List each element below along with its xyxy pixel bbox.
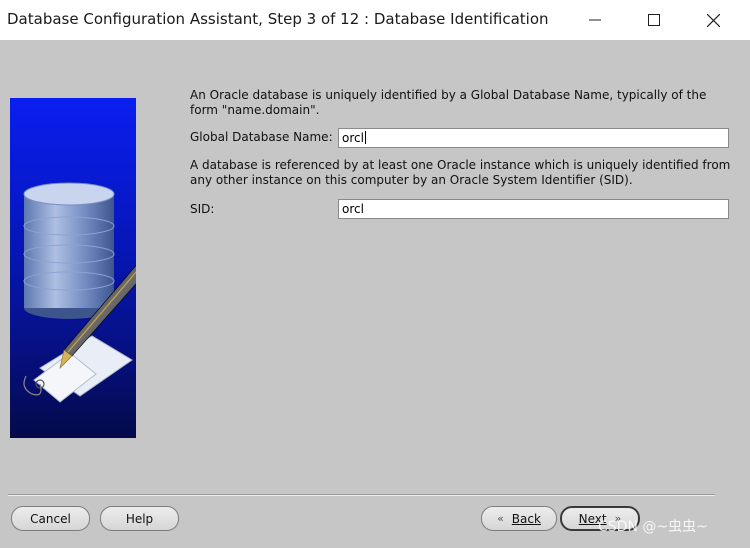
close-icon bbox=[706, 13, 720, 27]
window-title: Database Configuration Assistant, Step 3… bbox=[7, 10, 549, 28]
cancel-button[interactable]: Cancel bbox=[11, 506, 90, 531]
text-caret bbox=[364, 131, 366, 144]
title-bar: Database Configuration Assistant, Step 3… bbox=[0, 0, 750, 40]
minimize-icon bbox=[589, 19, 601, 21]
global-db-name-label: Global Database Name: bbox=[190, 130, 333, 144]
side-banner bbox=[10, 98, 136, 438]
help-button[interactable]: Help bbox=[100, 506, 179, 531]
help-label: Help bbox=[125, 511, 154, 526]
maximize-icon bbox=[648, 14, 660, 26]
back-label: Back bbox=[511, 511, 541, 526]
minimize-button[interactable] bbox=[566, 0, 624, 40]
global-db-name-input[interactable]: orcl bbox=[338, 128, 729, 148]
cancel-label: Cancel bbox=[30, 511, 71, 526]
maximize-button[interactable] bbox=[625, 0, 683, 40]
dialog-body: An Oracle database is uniquely identifie… bbox=[0, 40, 750, 548]
sid-description: A database is referenced by at least one… bbox=[190, 158, 731, 187]
sid-input[interactable]: orcl bbox=[338, 199, 729, 219]
sid-value: orcl bbox=[342, 202, 364, 216]
sid-label: SID: bbox=[190, 202, 215, 216]
close-button[interactable] bbox=[684, 0, 742, 40]
database-pen-illustration bbox=[23, 182, 136, 403]
back-button[interactable]: « Back bbox=[481, 506, 557, 531]
global-db-name-value: orcl bbox=[342, 131, 364, 145]
button-separator bbox=[8, 494, 715, 496]
watermark: CSDN @~虫虫~ bbox=[598, 519, 708, 535]
global-name-description: An Oracle database is uniquely identifie… bbox=[190, 88, 707, 117]
back-arrow-icon: « bbox=[497, 512, 504, 525]
